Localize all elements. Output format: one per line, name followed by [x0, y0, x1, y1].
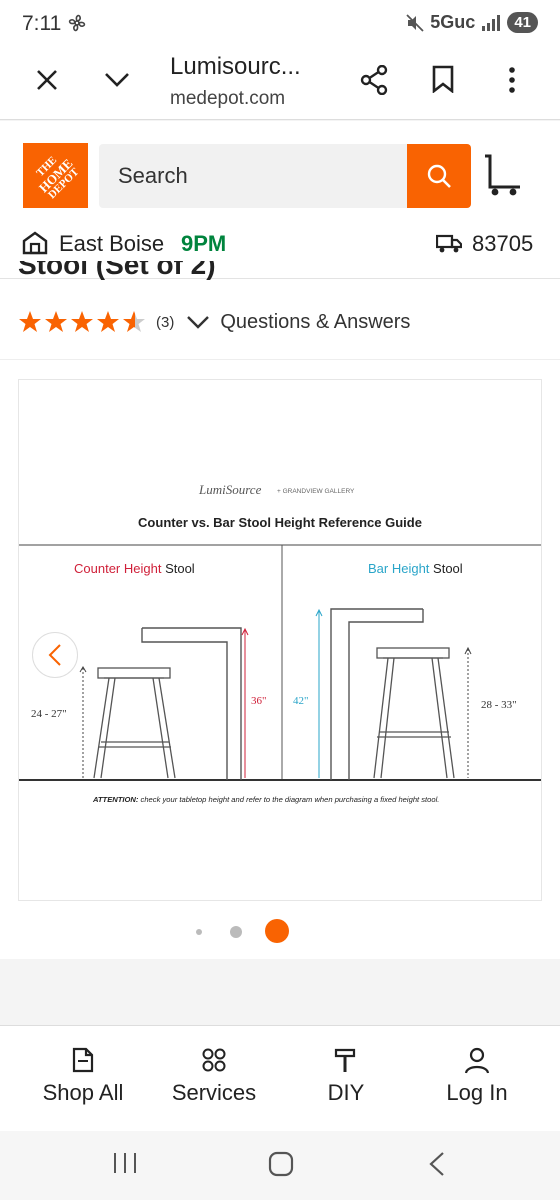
user-icon [464, 1047, 490, 1074]
nav-label: Services [171, 1080, 257, 1105]
bar-stool [373, 647, 455, 779]
rating-row[interactable]: (3) Questions & Answers [18, 307, 410, 337]
star-icon [71, 311, 93, 332]
counter-table-height: 36" [251, 695, 267, 707]
counter-heading-colored: Counter Height [74, 561, 162, 576]
bar-heading: Bar Height Stool [368, 561, 463, 576]
site-header: THE HOME DEPOT East Boise 9PM 83705 [0, 121, 560, 279]
back-icon[interactable] [428, 1151, 446, 1177]
search-input[interactable] [99, 144, 407, 208]
fan-icon [68, 14, 86, 32]
nav-shop-all[interactable]: Shop All [23, 1046, 143, 1116]
divider [0, 359, 560, 360]
star-icon [97, 311, 119, 332]
network-type: 5Guc [430, 12, 476, 32]
star-icon [19, 311, 41, 332]
review-count[interactable]: (3) [156, 314, 174, 331]
diagram-brand: LumiSource [198, 482, 262, 497]
bookmark-icon[interactable] [432, 65, 454, 93]
attention-note: ATTENTION: check your tabletop height an… [92, 795, 439, 804]
home-depot-logo[interactable]: THE HOME DEPOT [23, 143, 88, 208]
product-title: Stool (Set of 2) [18, 261, 216, 280]
bar-heading-colored: Bar Height [368, 561, 430, 576]
signal-icon [482, 14, 501, 31]
hammer-icon [334, 1048, 356, 1072]
counter-heading: Counter Height Stool [74, 561, 195, 576]
questions-answers-link[interactable]: Questions & Answers [220, 311, 410, 334]
catalog-icon [72, 1047, 94, 1073]
store-info-row[interactable]: East Boise 9PM 83705 [22, 229, 542, 259]
close-icon[interactable] [34, 67, 60, 93]
search-button[interactable] [407, 144, 471, 208]
truck-icon [436, 234, 462, 253]
carousel-dot[interactable] [230, 926, 242, 938]
carousel-dots [0, 919, 560, 943]
more-options-icon[interactable] [502, 65, 522, 95]
search-box [99, 144, 407, 208]
services-icon [202, 1048, 226, 1072]
bar-table-height: 42" [293, 695, 309, 707]
product-image[interactable]: LumiSource + GRANDVIEW GALLERY Counter v… [18, 379, 542, 901]
store-hours: 9PM [181, 231, 227, 256]
nav-diy[interactable]: DIY [286, 1046, 406, 1116]
nav-log-in[interactable]: Log In [417, 1046, 537, 1116]
stool-height-diagram: LumiSource + GRANDVIEW GALLERY Counter v… [19, 482, 541, 804]
cart-icon[interactable] [482, 153, 522, 197]
nav-label: Log In [446, 1080, 508, 1105]
logo-text: THE HOME DEPOT [34, 154, 82, 202]
search-icon [427, 164, 451, 188]
carousel-dot-active[interactable] [265, 919, 289, 943]
status-time: 7:11 [22, 12, 62, 35]
product-area: Stool (Set of 2) (3) Questions & Answers… [0, 261, 560, 959]
diagram-brand-suffix: + GRANDVIEW GALLERY [277, 488, 355, 495]
nav-label: Shop All [42, 1080, 124, 1105]
star-rating [18, 310, 146, 334]
browser-toolbar: Lumisourc... medepot.com [0, 50, 560, 120]
status-bar: 7:11 5Guc 41 [0, 0, 560, 50]
system-navigation [0, 1131, 560, 1200]
half-star-icon [123, 311, 145, 332]
home-icon[interactable] [268, 1151, 294, 1177]
recent-apps-icon[interactable] [112, 1151, 138, 1175]
counter-stool [93, 667, 176, 779]
mute-icon [406, 13, 424, 32]
share-icon[interactable] [360, 65, 388, 95]
page-title[interactable]: Lumisourc... [170, 53, 301, 81]
store-icon [22, 231, 48, 255]
chevron-down-icon[interactable] [103, 67, 131, 93]
counter-seat-range: 24 - 27" [31, 708, 67, 720]
nav-label: DIY [327, 1080, 365, 1105]
diagram-heading: Counter vs. Bar Stool Height Reference G… [138, 515, 422, 530]
zip-code[interactable]: 83705 [472, 231, 533, 257]
counter-heading-plain: Stool [161, 561, 194, 576]
chevron-left-icon [48, 644, 61, 666]
battery-level: 41 [507, 12, 538, 33]
store-name[interactable]: East Boise [59, 231, 164, 257]
bottom-navigation: Shop All Services DIY Log In [0, 1025, 560, 1131]
chevron-down-icon[interactable] [186, 315, 210, 329]
page-url[interactable]: medepot.com [170, 88, 285, 110]
bar-heading-plain: Stool [429, 561, 462, 576]
bar-seat-range: 28 - 33" [481, 699, 517, 711]
star-icon [45, 311, 67, 332]
status-indicators: 5Guc 41 [406, 12, 538, 33]
previous-image-button[interactable] [32, 632, 78, 678]
nav-services[interactable]: Services [154, 1046, 274, 1116]
carousel-dot[interactable] [196, 929, 202, 935]
